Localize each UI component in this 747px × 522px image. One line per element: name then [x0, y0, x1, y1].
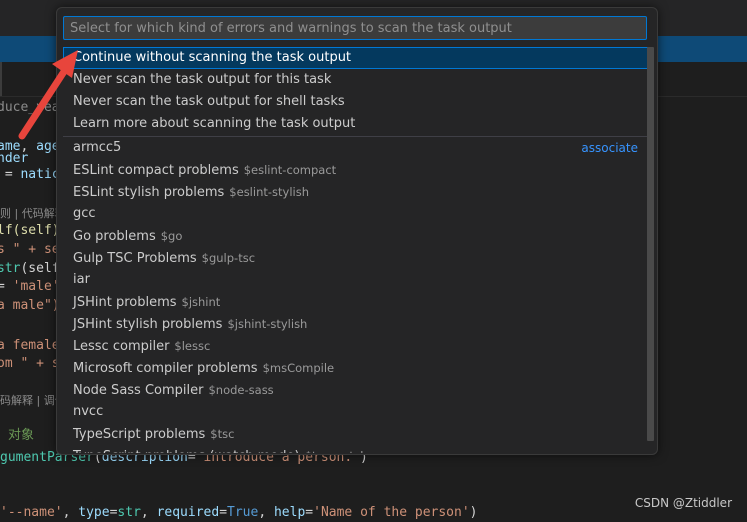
option-label: Go problems: [73, 229, 156, 244]
problem-matcher-option[interactable]: armcc5 associate: [63, 137, 648, 159]
code-line[interactable]: s " + se: [0, 241, 60, 259]
option-label: JSHint problems: [73, 295, 177, 310]
option-description: $node-sass: [208, 383, 274, 397]
option-label: armcc5: [73, 140, 122, 155]
quick-pick-widget: Continue without scanning the task outpu…: [56, 7, 658, 455]
problem-matcher-option[interactable]: nvcc: [63, 401, 648, 423]
option-description: $jshint: [181, 295, 221, 309]
code-token: 'Name of the person': [313, 505, 470, 520]
code-token: a male"): [0, 298, 60, 313]
option-label: Microsoft compiler problems: [73, 361, 258, 376]
quick-pick-list: Continue without scanning the task outpu…: [63, 47, 648, 453]
code-comment: 对象: [8, 428, 35, 443]
quick-pick-option[interactable]: Continue without scanning the task outpu…: [63, 47, 648, 69]
code-token: ): [469, 505, 478, 520]
problem-matcher-option[interactable]: Microsoft compiler problems $msCompile: [63, 357, 648, 379]
code-line[interactable]: a female: [0, 337, 60, 355]
code-token: True: [227, 505, 259, 520]
option-description: $tsc-watch: [305, 449, 368, 453]
code-token: lf(self): [0, 223, 60, 238]
option-label: Continue without scanning the task outpu…: [73, 50, 352, 65]
associate-link[interactable]: associate: [581, 137, 638, 159]
quick-pick-option[interactable]: Learn more about scanning the task outpu…: [63, 113, 648, 135]
option-label: Lessc compiler: [73, 339, 170, 354]
option-label: Learn more about scanning the task outpu…: [73, 116, 356, 131]
problem-matcher-option[interactable]: ESLint stylish problems $eslint-stylish: [63, 181, 648, 203]
code-token: str: [117, 505, 141, 520]
code-token: natic: [20, 167, 60, 182]
problem-matcher-option[interactable]: JSHint stylish problems $jshint-stylish: [63, 313, 648, 335]
option-label: Gulp TSC Problems: [73, 251, 197, 266]
tab-divider: [0, 62, 2, 96]
quick-pick-option[interactable]: Never scan the task output for this task: [63, 69, 648, 91]
code-token: required: [156, 505, 220, 520]
code-token: type: [78, 505, 110, 520]
problem-matcher-option[interactable]: Go problems $go: [63, 225, 648, 247]
code-line[interactable]: lf(self): [0, 222, 60, 240]
code-token: a female: [0, 338, 60, 353]
code-token: str: [0, 261, 21, 276]
code-token: =: [4, 167, 13, 182]
code-token: =: [0, 279, 5, 294]
option-description: $gulp-tsc: [201, 251, 256, 265]
option-label: gcc: [73, 206, 96, 221]
problem-matcher-option[interactable]: TypeScript problems (watch mode) $tsc-wat…: [63, 445, 648, 453]
code-line[interactable]: = natic: [0, 166, 60, 184]
problem-matcher-option[interactable]: JSHint problems $jshint: [63, 291, 648, 313]
option-description: $msCompile: [262, 361, 335, 375]
option-label: JSHint stylish problems: [73, 317, 223, 332]
problem-matcher-option[interactable]: gcc: [63, 203, 648, 225]
watermark: CSDN @Ztiddler: [634, 496, 732, 510]
code-token: nder: [0, 151, 29, 166]
code-token: om " + s: [0, 356, 60, 371]
option-label: iar: [73, 272, 90, 287]
option-description: $lessc: [174, 339, 211, 353]
option-description: $tsc: [210, 427, 235, 441]
code-token: '--name': [0, 505, 63, 520]
code-token: (self: [20, 261, 60, 276]
option-label: Never scan the task output for shell tas…: [73, 94, 345, 109]
code-token: 'male': [12, 279, 60, 294]
problem-matcher-option[interactable]: iar: [63, 269, 648, 291]
problem-matcher-option[interactable]: Gulp TSC Problems $gulp-tsc: [63, 247, 648, 269]
code-token: ,: [258, 505, 274, 520]
code-token: ,: [62, 505, 79, 520]
option-description: $eslint-compact: [243, 163, 337, 177]
code-token: =: [219, 505, 228, 520]
code-line[interactable]: a male"): [0, 297, 60, 315]
problem-matcher-option[interactable]: TypeScript problems $tsc: [63, 423, 648, 445]
option-label: ESLint compact problems: [73, 163, 239, 178]
code-line[interactable]: om " + s: [0, 355, 60, 373]
code-line[interactable]: '--name', type=str, required=True, help=…: [0, 504, 478, 522]
option-label: Never scan the task output for this task: [73, 72, 332, 87]
option-description: $eslint-stylish: [229, 185, 309, 199]
option-label: ESLint stylish problems: [73, 185, 225, 200]
code-line[interactable]: = 'male': [0, 278, 60, 296]
problem-matcher-option[interactable]: Lessc compiler $lessc: [63, 335, 648, 357]
option-description: $go: [160, 229, 183, 243]
quick-pick-option[interactable]: Never scan the task output for shell tas…: [63, 91, 648, 113]
quick-pick-input[interactable]: [63, 16, 647, 40]
code-token: =: [305, 505, 314, 520]
option-label: TypeScript problems (watch mode): [73, 449, 300, 453]
code-line[interactable]: str(self: [0, 260, 60, 278]
problem-matcher-option[interactable]: Node Sass Compiler $node-sass: [63, 379, 648, 401]
option-label: Node Sass Compiler: [73, 383, 204, 398]
option-description: $jshint-stylish: [227, 317, 308, 331]
code-token: s " + se: [0, 242, 60, 257]
code-token: ,: [140, 505, 157, 520]
problem-matcher-option[interactable]: ESLint compact problems $eslint-compact: [63, 159, 648, 181]
code-token: help: [273, 505, 306, 520]
quick-pick-scrollbar[interactable]: [647, 47, 654, 441]
option-label: nvcc: [73, 404, 104, 419]
option-label: TypeScript problems: [73, 427, 206, 442]
